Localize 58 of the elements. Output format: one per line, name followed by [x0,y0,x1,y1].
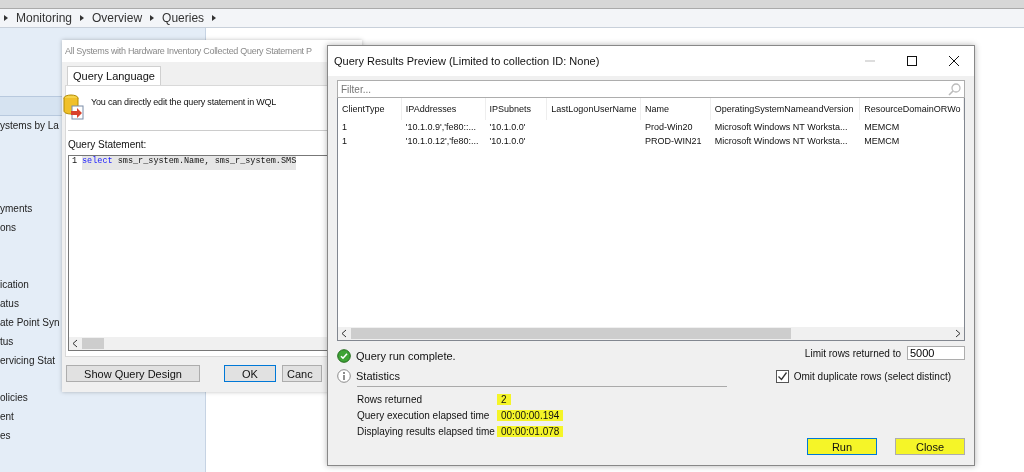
field-label: Query Statement: [68,139,147,151]
breadcrumb-item[interactable]: Queries [162,11,205,25]
statistic-value: 00:00:00.194 [497,409,564,421]
horizontal-scrollbar[interactable] [338,327,964,340]
table-cell-text: MEMCM [863,121,901,134]
navigation-item[interactable]: es [0,426,205,445]
info-text: You can directly edit the query statement in WQL [91,97,277,107]
table-cell-text: Microsoft Windows NT Worksta... [713,135,849,148]
checkbox[interactable] [775,370,789,383]
dialog-button[interactable]: OK [224,365,276,382]
table-cell-text: '10.1.0.0' [488,121,527,134]
maximize-icon[interactable] [906,55,918,67]
table-cell-text: MEMCM [863,135,901,148]
column-header[interactable]: LastLogonUserName [547,98,642,120]
line-number: 1 [71,156,79,168]
limit-rows-field[interactable]: 5000 [907,346,965,360]
dialog-button[interactable]: Close [895,438,965,455]
info-icon [337,369,351,383]
table-cell-text: 1 [341,135,348,148]
dialog-title: Query Results Preview (Limited to collection ID: None) [334,55,601,67]
table-cell-text: Microsoft Windows NT Worksta... [713,121,849,134]
table-cell-text: 1 [341,121,348,134]
chevron-icon [80,15,85,21]
column-header[interactable]: ResourceDomainORWo [860,98,964,120]
table-cell-text: '10.1.0.9','fe80::... [404,121,477,134]
statistic-value: 00:00:01.078 [497,425,564,437]
column-header[interactable]: Name [641,98,711,120]
field-label: Limit rows returned to [804,347,901,359]
column-header[interactable]: IPSubnets [485,98,548,120]
statistic-value: 2 [497,393,511,405]
tab[interactable]: Query Language [67,66,161,85]
status-text: Query run complete. [356,350,456,362]
table-cell-text: '10.1.0.12','fe80:... [404,135,480,148]
table-cell-text: PROD-WIN21 [644,135,703,148]
filter-field[interactable]: Filter... [337,80,965,98]
chevron-icon [4,15,8,21]
navigation-item[interactable]: ent [0,407,205,426]
close-icon[interactable] [948,55,960,67]
table-cell-text: '10.1.0.0' [488,135,527,148]
section-label: Statistics [356,370,400,382]
success-icon [337,349,351,363]
chevron-icon [150,15,155,21]
breadcrumb-item[interactable]: Overview [92,11,143,25]
statistic-label: Query execution elapsed time [357,409,491,421]
column-header[interactable]: OperatingSystemNameandVersion [710,98,861,120]
breadcrumb-item[interactable]: Monitoring [16,11,73,25]
column-header[interactable]: ClientType [338,98,402,120]
statistic-label: Displaying results elapsed time [357,425,496,437]
checkbox-label[interactable]: Omit duplicate rows (select distinct) [793,371,951,382]
navigation-item[interactable]: olicies [0,388,205,407]
table-cell-text: Prod-Win20 [644,121,694,134]
statistic-label: Rows returned [357,393,424,405]
dialog-button[interactable]: Show Query Design [66,365,200,382]
column-header[interactable]: IPAddresses [401,98,486,120]
chevron-icon [212,15,217,21]
dialog-button[interactable]: Canc [282,365,322,382]
search-icon [948,83,961,96]
dialog-button[interactable]: Run [807,438,877,455]
